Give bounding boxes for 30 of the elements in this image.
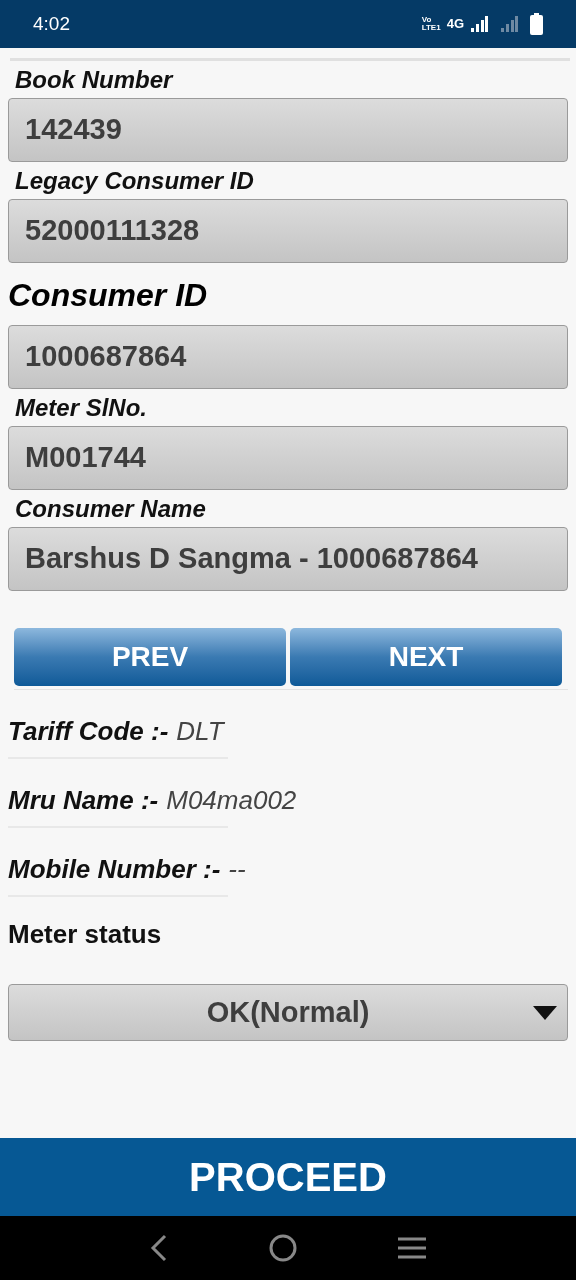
home-icon[interactable] bbox=[268, 1233, 298, 1263]
dropdown-caret-icon bbox=[533, 1005, 557, 1020]
text-field[interactable]: 52000111328 bbox=[8, 199, 568, 263]
text-field[interactable]: Barshus D Sangma - 1000687864 bbox=[8, 527, 568, 591]
field-label: Consumer Name bbox=[14, 495, 207, 523]
text-field[interactable]: 1000687864 bbox=[8, 325, 568, 389]
signal-icon bbox=[500, 15, 518, 33]
field-label: Legacy Consumer ID bbox=[14, 167, 255, 195]
field-label: Meter SlNo. bbox=[14, 394, 149, 422]
signal-icon bbox=[470, 15, 488, 33]
info-value: DLT bbox=[176, 715, 224, 748]
network-type: 4G bbox=[446, 15, 464, 34]
volte-indicator: Vo LTE1 bbox=[421, 16, 441, 32]
field-label: Book Number bbox=[14, 66, 175, 94]
info-value: -- bbox=[228, 853, 246, 886]
info-value: M04ma002 bbox=[166, 784, 297, 817]
meter-status-label: Meter status bbox=[8, 918, 163, 951]
info-label: Mru Name :- bbox=[8, 784, 159, 817]
battery-icon bbox=[530, 13, 543, 35]
meter-status-dropdown[interactable]: OK(Normal) bbox=[8, 984, 568, 1041]
text-field[interactable]: M001744 bbox=[8, 426, 568, 490]
info-label: Tariff Code :- bbox=[8, 715, 169, 748]
proceed-button[interactable]: PROCEED bbox=[0, 1138, 576, 1216]
next-button[interactable]: NEXT bbox=[290, 628, 562, 686]
menu-icon[interactable] bbox=[396, 1236, 427, 1260]
text-field[interactable]: 142439 bbox=[8, 98, 568, 162]
field-label: Consumer ID bbox=[8, 277, 209, 313]
prev-button[interactable]: PREV bbox=[14, 628, 286, 686]
status-time: 4:02 bbox=[33, 11, 70, 36]
info-label: Mobile Number :- bbox=[8, 853, 221, 886]
